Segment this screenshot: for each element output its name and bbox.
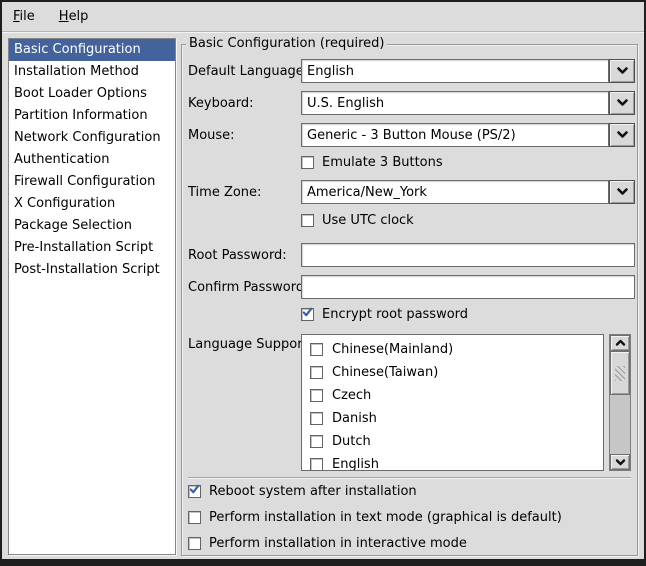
check-icon: [311, 457, 322, 471]
language-option-row[interactable]: Danish: [302, 407, 603, 430]
encrypt-root-password-label: Encrypt root password: [322, 307, 468, 322]
language-option-label: Chinese(Taiwan): [332, 365, 438, 380]
chevron-down-icon: [616, 64, 629, 79]
scroll-up-button[interactable]: [610, 335, 630, 351]
keyboard-combo-button[interactable]: [609, 91, 635, 115]
kickstart-configurator-window: File Help Basic Configuration Installati…: [0, 0, 646, 566]
keyboard-label: Keyboard:: [188, 96, 254, 111]
basic-configuration-groupbox: Basic Configuration (required) Default L…: [181, 44, 638, 556]
language-option-row[interactable]: Chinese(Mainland): [302, 338, 603, 361]
confirm-password-field[interactable]: [301, 275, 635, 299]
check-icon: [189, 484, 200, 499]
sidebar-item-post-installation-script[interactable]: Post-Installation Script: [9, 259, 175, 281]
chevron-down-icon: [616, 96, 629, 111]
chevron-down-icon: [616, 128, 629, 143]
reboot-after-install-label: Reboot system after installation: [209, 484, 417, 499]
chevron-down-icon: [615, 455, 626, 470]
sidebar-item-basic-configuration[interactable]: Basic Configuration: [9, 39, 175, 61]
reboot-after-install-checkbox[interactable]: [188, 485, 201, 498]
sidebar-item-boot-loader-options[interactable]: Boot Loader Options: [9, 83, 175, 105]
use-utc-clock-checkbox-row[interactable]: Use UTC clock: [301, 212, 414, 228]
time-zone-combo-entry[interactable]: [301, 180, 609, 204]
sidebar-item-firewall-configuration[interactable]: Firewall Configuration: [9, 171, 175, 193]
check-icon: [311, 342, 322, 357]
reboot-after-install-checkbox-row[interactable]: Reboot system after installation: [188, 483, 417, 499]
language-option-checkbox[interactable]: [310, 412, 323, 425]
language-option-label: Czech: [332, 388, 371, 403]
text-mode-install-checkbox-row[interactable]: Perform installation in text mode (graph…: [188, 509, 562, 525]
language-option-row[interactable]: Czech: [302, 384, 603, 407]
encrypt-root-password-checkbox[interactable]: [301, 308, 314, 321]
check-icon: [189, 510, 200, 525]
horizontal-separator: [188, 477, 631, 479]
language-option-checkbox[interactable]: [310, 389, 323, 402]
language-option-checkbox[interactable]: [310, 343, 323, 356]
emulate-3-buttons-label: Emulate 3 Buttons: [322, 155, 443, 170]
sidebar-item-authentication[interactable]: Authentication: [9, 149, 175, 171]
language-option-row[interactable]: English: [302, 453, 603, 471]
sidebar-item-package-selection[interactable]: Package Selection: [9, 215, 175, 237]
sidebar-item-partition-information[interactable]: Partition Information: [9, 105, 175, 127]
language-option-label: Chinese(Mainland): [332, 342, 453, 357]
interactive-mode-install-checkbox[interactable]: [188, 537, 201, 550]
interactive-mode-install-checkbox-row[interactable]: Perform installation in interactive mode: [188, 535, 467, 551]
root-password-label: Root Password:: [188, 248, 287, 263]
sidebar-item-pre-installation-script[interactable]: Pre-Installation Script: [9, 237, 175, 259]
sidebar-section-list: Basic Configuration Installation Method …: [8, 38, 176, 555]
emulate-3-buttons-checkbox-row[interactable]: Emulate 3 Buttons: [301, 154, 443, 170]
language-option-checkbox[interactable]: [310, 435, 323, 448]
language-option-row[interactable]: Chinese(Taiwan): [302, 361, 603, 384]
mouse-combo-entry[interactable]: [301, 123, 609, 147]
confirm-password-label: Confirm Password:: [188, 280, 308, 295]
language-option-label: English: [332, 457, 379, 471]
language-option-checkbox[interactable]: [310, 366, 323, 379]
default-language-combo-button[interactable]: [609, 59, 635, 83]
menu-file[interactable]: File: [8, 6, 40, 27]
default-language-combo-entry[interactable]: [301, 59, 609, 83]
language-support-list: Chinese(Mainland) Chinese(Taiwan) Czech …: [301, 334, 604, 471]
groupbox-title: Basic Configuration (required): [186, 36, 387, 52]
chevron-down-icon: [616, 185, 629, 200]
sidebar-item-x-configuration[interactable]: X Configuration: [9, 193, 175, 215]
check-icon: [311, 411, 322, 426]
check-icon: [311, 434, 322, 449]
check-icon: [302, 307, 313, 322]
language-option-label: Dutch: [332, 434, 371, 449]
text-mode-install-label: Perform installation in text mode (graph…: [209, 510, 562, 525]
scrollbar-thumb[interactable]: [610, 351, 630, 395]
mouse-combo-button[interactable]: [609, 123, 635, 147]
check-icon: [189, 536, 200, 551]
sidebar-item-installation-method[interactable]: Installation Method: [9, 61, 175, 83]
language-option-checkbox[interactable]: [310, 458, 323, 471]
text-mode-install-checkbox[interactable]: [188, 511, 201, 524]
check-icon: [302, 155, 313, 170]
use-utc-clock-label: Use UTC clock: [322, 213, 414, 228]
encrypt-root-password-checkbox-row[interactable]: Encrypt root password: [301, 306, 468, 322]
root-password-field[interactable]: [301, 243, 635, 267]
menubar: File Help: [2, 2, 644, 32]
chevron-up-icon: [615, 336, 626, 351]
check-icon: [302, 213, 313, 228]
emulate-3-buttons-checkbox[interactable]: [301, 156, 314, 169]
check-icon: [311, 365, 322, 380]
default-language-label: Default Language:: [188, 64, 308, 79]
check-icon: [311, 388, 322, 403]
time-zone-combo-button[interactable]: [609, 180, 635, 204]
keyboard-combo-entry[interactable]: [301, 91, 609, 115]
menu-help[interactable]: Help: [54, 6, 94, 27]
language-option-row[interactable]: Dutch: [302, 430, 603, 453]
time-zone-label: Time Zone:: [188, 185, 261, 200]
language-list-scrollbar[interactable]: [609, 334, 631, 471]
language-option-label: Danish: [332, 411, 377, 426]
interactive-mode-install-label: Perform installation in interactive mode: [209, 536, 467, 551]
mouse-label: Mouse:: [188, 128, 235, 143]
use-utc-clock-checkbox[interactable]: [301, 214, 314, 227]
sidebar-item-network-configuration[interactable]: Network Configuration: [9, 127, 175, 149]
scroll-down-button[interactable]: [610, 454, 630, 470]
language-support-label: Language Support:: [188, 337, 312, 352]
